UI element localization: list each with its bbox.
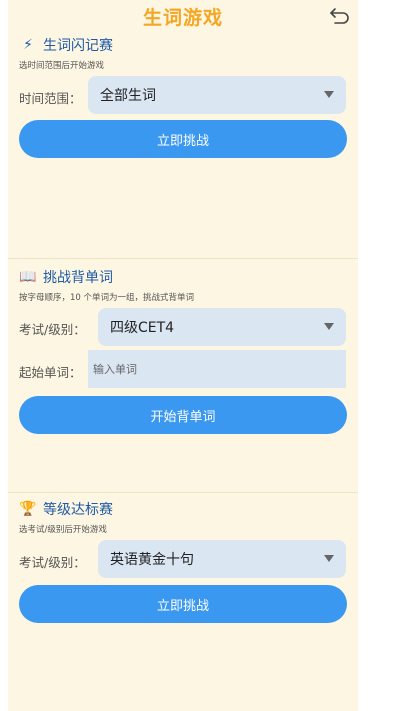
app-screen: 生词游戏 ⚡ 生词闪记赛 选时间范围后开始游戏 时间范围： 全部生词 立即挑战 … — [8, 0, 358, 711]
start-word-input[interactable] — [88, 350, 346, 388]
section-title: ⚡ 生词闪记赛 — [19, 35, 113, 55]
challenge-button[interactable]: 立即挑战 — [19, 585, 347, 623]
exam-level-label: 考试/级别： — [19, 322, 86, 337]
section-subtitle: 选时间范围后开始游戏 — [19, 61, 105, 71]
chevron-down-icon — [324, 91, 334, 98]
undo-arrow-icon[interactable] — [328, 3, 352, 27]
time-range-value: 全部生词 — [100, 88, 156, 104]
section-title-text: 等级达标赛 — [43, 502, 113, 518]
section-title-text: 挑战背单词 — [43, 270, 113, 286]
time-range-label: 时间范围： — [19, 91, 82, 106]
chevron-down-icon — [324, 323, 334, 330]
exam-level-select[interactable]: 英语黄金十句 — [98, 540, 346, 578]
section-subtitle: 选考试/级别后开始游戏 — [19, 525, 107, 535]
divider — [8, 492, 358, 493]
lightning-icon: ⚡ — [23, 37, 33, 53]
divider — [8, 258, 358, 259]
chevron-down-icon — [324, 555, 334, 562]
section-subtitle: 按字母顺序，10 个单词为一组，挑战式背单词 — [19, 293, 195, 303]
exam-level-select[interactable]: 四级CET4 — [98, 308, 346, 346]
book-icon: 📖 — [19, 269, 37, 285]
exam-level-label: 考试/级别： — [19, 555, 86, 570]
header: 生词游戏 — [8, 0, 358, 32]
section-title-text: 生词闪记赛 — [43, 38, 113, 54]
page-title: 生词游戏 — [142, 7, 223, 29]
section-title: 📖 挑战背单词 — [19, 267, 113, 287]
start-word-label: 起始单词： — [19, 365, 82, 380]
challenge-button[interactable]: 立即挑战 — [19, 120, 347, 158]
time-range-select[interactable]: 全部生词 — [88, 76, 346, 114]
exam-level-value: 英语黄金十句 — [110, 552, 194, 568]
exam-level-value: 四级CET4 — [110, 320, 175, 336]
section-title: 🏆 等级达标赛 — [19, 499, 113, 519]
trophy-icon: 🏆 — [19, 501, 37, 517]
start-memorize-button[interactable]: 开始背单词 — [19, 396, 347, 434]
